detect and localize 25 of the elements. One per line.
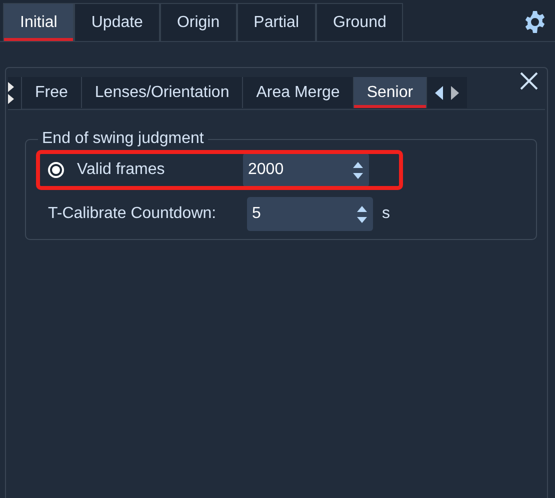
tab[interactable]: Partial — [236, 3, 316, 41]
up-arrow-icon[interactable] — [353, 162, 363, 168]
unit-label: s — [382, 205, 390, 223]
settings-icon[interactable] — [523, 10, 547, 34]
down-arrow-icon[interactable] — [353, 172, 363, 178]
down-arrow-icon[interactable] — [357, 216, 367, 222]
tab[interactable]: Origin — [160, 3, 237, 41]
radio-label: Valid frames — [77, 161, 166, 179]
up-arrow-icon[interactable] — [357, 206, 367, 212]
right-arrow-icon[interactable] — [451, 86, 460, 100]
tab[interactable]: Free — [22, 77, 82, 108]
group-title: End of swing judgment — [41, 130, 205, 148]
scroll-left-icon[interactable] — [8, 82, 14, 104]
tab[interactable]: Initial — [3, 3, 74, 41]
spin-box[interactable]: 5 — [247, 197, 373, 231]
left-arrow-icon[interactable] — [435, 86, 444, 100]
tab[interactable]: Area Merge — [243, 77, 354, 108]
tab[interactable]: Senior — [354, 77, 428, 108]
radio-button[interactable] — [48, 162, 64, 178]
spin-box[interactable]: 2000 — [243, 153, 369, 187]
field-label: T-Calibrate Countdown: — [48, 205, 218, 223]
tab[interactable]: Lenses/Orientation — [82, 77, 244, 108]
tab[interactable]: Ground — [316, 3, 404, 41]
tab[interactable]: Update — [74, 3, 160, 41]
close-icon[interactable] — [519, 71, 539, 91]
